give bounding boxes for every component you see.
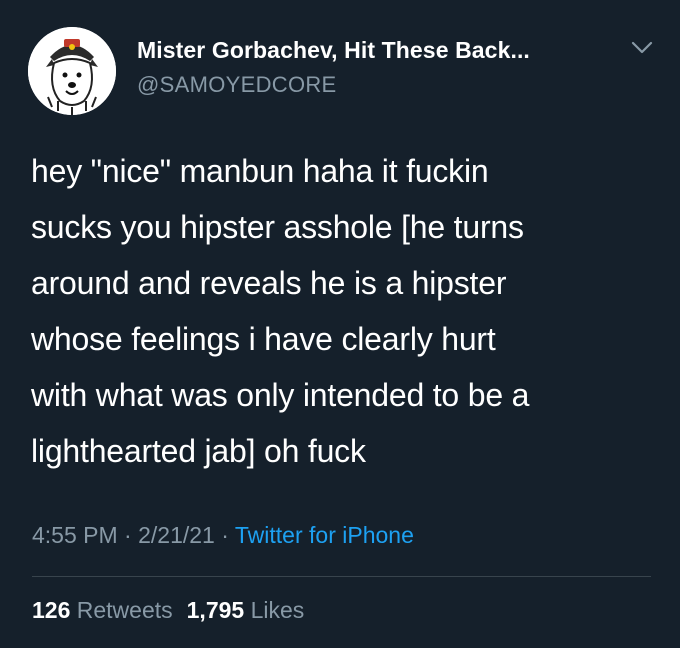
tweet-text-line: hey "nice" manbun haha it fuckin [31, 153, 489, 189]
tweet-text-line: with what was only intended to be a [31, 377, 530, 413]
avatar[interactable] [28, 27, 116, 115]
tweet-text-line: lighthearted jab] oh fuck [31, 433, 366, 469]
likes-count: 1,795 [186, 597, 245, 623]
samoyed-avatar-icon [28, 27, 116, 115]
tweet-card: Mister Gorbachev, Hit These Back... @SAM… [0, 0, 680, 648]
meta-separator: · [124, 522, 132, 548]
retweets-count: 126 [32, 597, 71, 623]
likes-label: Likes [250, 597, 305, 623]
display-name[interactable]: Mister Gorbachev, Hit These Back... [137, 37, 530, 64]
likes-stat[interactable]: 1,795 Likes [187, 597, 305, 623]
retweets-stat[interactable]: 126 Retweets [32, 597, 173, 623]
tweet-meta: 4:55 PM · 2/21/21 · Twitter for iPhone [32, 522, 414, 549]
tweet-source-link[interactable]: Twitter for iPhone [235, 522, 414, 548]
tweet-stats: 126 Retweets 1,795 Likes [32, 597, 304, 624]
tweet-text: hey "nice" manbun haha it fuckin sucks y… [31, 143, 661, 479]
meta-separator: · [221, 522, 229, 548]
divider [32, 576, 651, 577]
tweet-text-line: around and reveals he is a hipster [31, 265, 507, 301]
tweet-time[interactable]: 4:55 PM [32, 522, 118, 548]
retweets-label: Retweets [76, 597, 173, 623]
tweet-date[interactable]: 2/21/21 [138, 522, 215, 548]
tweet-text-line: sucks you hipster asshole [he turns [31, 209, 524, 245]
chevron-down-icon[interactable] [631, 40, 653, 56]
user-handle[interactable]: @SAMOYEDCORE [137, 72, 337, 98]
tweet-text-line: whose feelings i have clearly hurt [31, 321, 496, 357]
